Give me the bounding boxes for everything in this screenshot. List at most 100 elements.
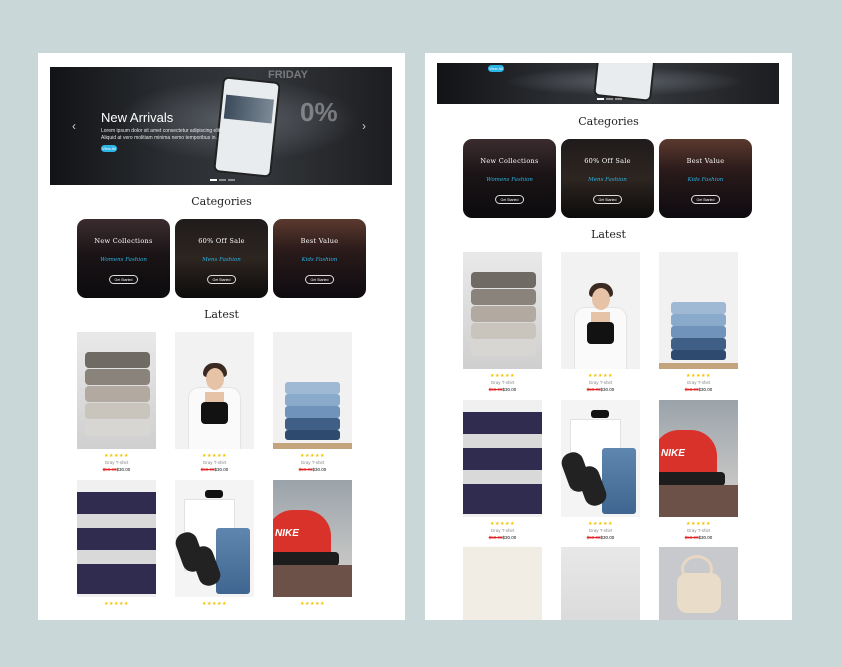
star-icon: ★★★★★ <box>202 601 227 607</box>
product-image[interactable] <box>175 332 254 449</box>
product-card[interactable]: ★★★★★ Gray T-shirt $50.00$30.00 <box>463 400 542 540</box>
product-name[interactable]: Gray T-shirt <box>561 380 640 385</box>
category-title: 60% Off Sale <box>584 157 631 165</box>
category-card-womens[interactable]: New Collections Womens Fashion Get Start… <box>463 139 556 218</box>
product-name[interactable]: Gray T-shirt <box>77 460 156 465</box>
latest-heading: Latest <box>204 308 239 321</box>
product-card[interactable]: ★★★★★ Gray T-shirt $50.00$30.00 <box>77 332 156 472</box>
product-image[interactable]: NIKE <box>659 400 738 517</box>
category-card-mens[interactable]: 60% Off Sale Mens Fashion Get Started <box>175 219 268 298</box>
product-card[interactable] <box>659 547 738 620</box>
product-name[interactable]: Gray T-shirt <box>561 528 640 533</box>
product-price: $50.00$30.00 <box>463 535 542 540</box>
product-image[interactable] <box>77 480 156 597</box>
product-card[interactable]: NIKE ★★★★★ <box>273 480 352 607</box>
product-image[interactable] <box>175 480 254 597</box>
carousel-dot-1[interactable] <box>597 98 604 100</box>
category-title: 60% Off Sale <box>198 237 245 245</box>
latest-heading: Latest <box>591 228 626 241</box>
category-subtitle: Mens Fashion <box>202 257 241 263</box>
store-sign-text: FRIDAY <box>268 69 308 81</box>
carousel-dot-2[interactable] <box>606 98 613 100</box>
category-card-womens[interactable]: New Collections Womens Fashion Get Start… <box>77 219 170 298</box>
hero-carousel[interactable]: FRIDAY 0% ‹ › New Arrivals Lorem ipsum d… <box>50 67 392 185</box>
product-name[interactable]: Gray T-shirt <box>659 380 738 385</box>
category-subtitle: Kids Fashion <box>301 257 338 263</box>
chevron-right-icon[interactable]: › <box>362 119 366 133</box>
old-price: $50.00 <box>684 387 699 392</box>
carousel-dot-2[interactable] <box>219 179 226 181</box>
get-started-button[interactable]: Get Started <box>304 275 335 284</box>
product-name[interactable]: Gray T-shirt <box>659 528 738 533</box>
carousel-dot-3[interactable] <box>615 98 622 100</box>
category-card-kids[interactable]: Best Value Kids Fashion Get Started <box>273 219 366 298</box>
sale-price: $30.00 <box>502 535 517 540</box>
product-card[interactable]: ★★★★★ Gray T-shirt $50.00$30.00 <box>175 332 254 472</box>
product-image[interactable] <box>463 252 542 369</box>
get-started-button[interactable]: Get Started <box>108 275 139 284</box>
view-all-button[interactable]: View All <box>488 65 504 72</box>
category-title: Best Value <box>686 157 725 165</box>
product-image[interactable] <box>77 332 156 449</box>
product-card[interactable] <box>463 547 542 620</box>
star-icon: ★★★★★ <box>300 453 325 459</box>
get-started-button[interactable]: Get Started <box>592 195 623 204</box>
sale-price: $30.00 <box>214 467 229 472</box>
category-subtitle: Kids Fashion <box>687 177 724 183</box>
sale-price: $30.00 <box>600 387 615 392</box>
carousel-dot-3[interactable] <box>228 179 235 181</box>
product-card[interactable]: ★★★★★ Gray T-shirt $50.00$30.00 <box>273 332 352 472</box>
product-name[interactable]: Gray T-shirt <box>175 460 254 465</box>
sale-price: $30.00 <box>600 535 615 540</box>
product-image[interactable] <box>659 547 738 620</box>
product-price: $50.00$30.00 <box>463 387 542 392</box>
get-started-button[interactable]: Get Started <box>206 275 237 284</box>
product-card[interactable]: ★★★★★ Gray T-shirt $50.00$30.00 <box>659 252 738 392</box>
product-image[interactable] <box>561 547 640 620</box>
product-image[interactable]: NIKE <box>273 480 352 597</box>
product-image[interactable] <box>561 400 640 517</box>
category-card-mens[interactable]: 60% Off Sale Mens Fashion Get Started <box>561 139 654 218</box>
view-all-button[interactable]: View All <box>101 145 117 152</box>
phone-image <box>593 63 659 102</box>
star-icon: ★★★★★ <box>104 453 129 459</box>
store-sign-percent: 0% <box>300 97 338 127</box>
product-name[interactable]: Gray T-shirt <box>273 460 352 465</box>
product-card[interactable]: ★★★★★ <box>77 480 156 607</box>
category-card-kids[interactable]: Best Value Kids Fashion Get Started <box>659 139 752 218</box>
product-card[interactable]: ★★★★★ Gray T-shirt $50.00$30.00 <box>463 252 542 392</box>
old-price: $50.00 <box>684 535 699 540</box>
category-subtitle: Mens Fashion <box>588 177 627 183</box>
product-card[interactable] <box>561 547 640 620</box>
star-icon: ★★★★★ <box>104 601 129 607</box>
carousel-indicators[interactable] <box>597 98 622 100</box>
product-image[interactable] <box>463 400 542 517</box>
chevron-left-icon[interactable]: ‹ <box>72 119 76 133</box>
carousel-dot-1[interactable] <box>210 179 217 181</box>
product-name[interactable]: Gray T-shirt <box>463 528 542 533</box>
product-card[interactable]: ★★★★★ Gray T-shirt $50.00$30.00 <box>561 252 640 392</box>
category-subtitle: Womens Fashion <box>486 177 533 183</box>
product-name[interactable]: Gray T-shirt <box>463 380 542 385</box>
product-card[interactable]: ★★★★★ <box>175 480 254 607</box>
category-title: New Collections <box>480 157 539 165</box>
product-image[interactable] <box>463 547 542 620</box>
carousel-indicators[interactable] <box>210 179 235 181</box>
star-icon: ★★★★★ <box>686 373 711 379</box>
product-card[interactable]: NIKE ★★★★★ Gray T-shirt $50.00$30.00 <box>659 400 738 540</box>
product-price: $50.00$30.00 <box>561 535 640 540</box>
product-price: $50.00$30.00 <box>273 467 352 472</box>
get-started-button[interactable]: Get Started <box>690 195 721 204</box>
product-price: $50.00$30.00 <box>175 467 254 472</box>
product-image[interactable] <box>659 252 738 369</box>
get-started-button[interactable]: Get Started <box>494 195 525 204</box>
star-icon: ★★★★★ <box>300 601 325 607</box>
hero-title: New Arrivals <box>101 110 174 125</box>
page-preview-desktop: FRIDAY 0% ‹ › New Arrivals Lorem ipsum d… <box>38 53 405 620</box>
old-price: $50.00 <box>586 535 601 540</box>
product-image[interactable] <box>561 252 640 369</box>
product-card[interactable]: ★★★★★ Gray T-shirt $50.00$30.00 <box>561 400 640 540</box>
product-image[interactable] <box>273 332 352 449</box>
hero-carousel[interactable]: View All <box>437 63 779 104</box>
categories-heading: Categories <box>578 115 639 128</box>
